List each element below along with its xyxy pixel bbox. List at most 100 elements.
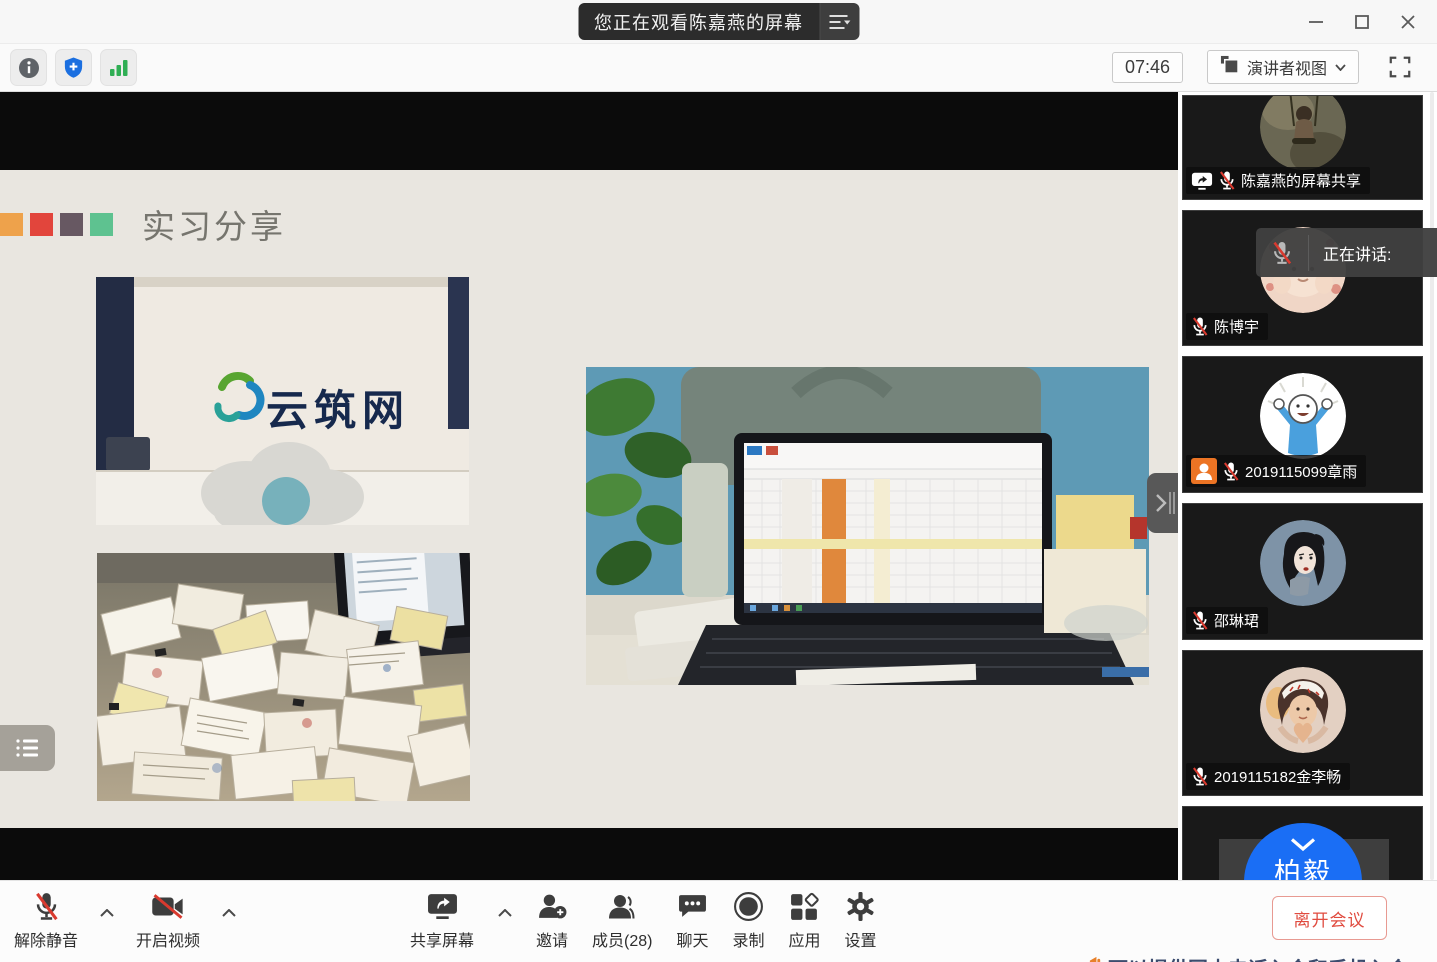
mic-muted-icon [1191,766,1209,787]
record-icon [733,890,764,922]
participant-label: 陈嘉燕的屏幕共享 [1186,167,1370,194]
share-screen-icon [427,890,458,922]
shield-plus-icon[interactable] [55,49,92,86]
watching-banner-text: 您正在观看陈嘉燕的屏幕 [578,3,819,40]
participant-avatar [1260,667,1346,753]
view-mode-button[interactable]: 演讲者视图 [1207,50,1359,84]
watching-banner: 您正在观看陈嘉燕的屏幕 [578,3,859,40]
clipped-notification: 可以提供国内电话入会和手机入会 [1088,953,1408,962]
photo-desk-documents [97,553,470,801]
slide-title: 实习分享 [142,200,286,248]
minimize-button[interactable] [1293,0,1339,44]
mic-muted-icon [1191,316,1209,337]
toolbar-button-label: 成员(28) [592,927,652,951]
participant-avatar [1260,95,1346,170]
mic-off-icon [33,890,60,922]
layout-icon [1220,55,1239,79]
participant-tile[interactable]: 2019115182金李畅 [1182,650,1423,796]
participant-name: 柏毅 [1274,851,1332,880]
meeting-toolbar-top: 07:46 演讲者视图 [0,44,1437,92]
participant-tile[interactable]: 邵琳珺 [1182,503,1423,640]
screen-share-icon [1191,171,1213,191]
toolbar-button-label: 开启视频 [136,927,200,951]
photo-laptop-spreadsheet [586,367,1149,685]
apps-icon [789,890,820,922]
toolbar-button-apps[interactable]: 应用 [789,890,821,951]
chevron-down-icon[interactable] [1183,837,1422,852]
slide-title-row: 实习分享 [0,206,286,242]
participant-avatar [1260,373,1346,459]
toolbar-button-camera-off[interactable]: 开启视频 [136,890,200,951]
participant-name: 2019115182金李畅 [1214,766,1341,787]
meeting-timer: 07:46 [1112,52,1183,83]
toolbar-button-members[interactable]: 成员(28) [592,890,652,951]
chevron-down-icon [1335,58,1346,76]
toolbar-button-label: 解除静音 [14,927,78,951]
participant-name: 邵琳珺 [1214,610,1259,631]
toolbar-button-record[interactable]: 录制 [733,890,765,951]
toolbar-button-label: 应用 [789,927,821,951]
top-right-controls: 07:46 演讲者视图 [1112,50,1417,84]
participant-avatar [1260,520,1346,606]
leave-meeting-button[interactable]: 离开会议 [1272,896,1387,940]
toolbar-button-label: 邀请 [536,927,568,951]
window-controls [1293,0,1431,44]
info-icon[interactable] [10,49,47,86]
toolbar-button-share-screen[interactable]: 共享屏幕 [410,890,474,951]
toolbar-button-label: 设置 [845,927,877,951]
toolbar-button-settings[interactable]: 设置 [845,890,877,951]
mic-muted-icon [1222,461,1240,482]
accent-square [90,213,113,236]
logo-text: 云筑网 [266,387,410,434]
accent-squares [0,213,120,236]
accent-square [60,213,83,236]
expand-caret-icon[interactable] [222,904,236,922]
camera-off-icon [151,890,185,922]
toolbar-button-label: 录制 [733,927,765,951]
shared-screen-stage: 实习分享 云筑网 [0,92,1178,880]
participant-label: 邵琳珺 [1186,607,1268,634]
mic-muted-icon [1191,610,1209,631]
invite-icon [537,890,568,922]
meeting-controls-bar: 解除静音 开启视频 共享屏幕 邀请成员(28) 聊天录制应用设置 离开会议 可以提供国… [0,880,1437,962]
participant-label: 2019115182金李畅 [1186,763,1350,790]
fullscreen-button[interactable] [1383,50,1417,84]
clipped-notification-text: 可以提供国内电话入会和手机入会 [1108,953,1408,962]
accent-square [30,213,53,236]
participant-tile[interactable]: 2019115099章雨 [1182,356,1423,493]
participant-tile[interactable]: 柏毅 [1182,806,1423,880]
toolbar-button-label: 共享屏幕 [410,927,474,951]
participant-label: 2019115099章雨 [1186,455,1366,487]
view-mode-label: 演讲者视图 [1247,55,1327,79]
close-button[interactable] [1385,0,1431,44]
participant-tile[interactable]: 陈嘉燕的屏幕共享 [1182,95,1423,200]
expand-caret-icon[interactable] [100,904,114,922]
annotation-list-tab[interactable] [0,725,55,771]
meeting-action-controls: 共享屏幕 邀请成员(28) 聊天录制应用设置 [410,890,877,951]
toolbar-button-invite[interactable]: 邀请 [536,890,568,951]
meeting-window: 您正在观看陈嘉燕的屏幕 07:46 演讲者视图 [0,0,1437,962]
banner-menu-icon[interactable] [819,3,859,40]
maximize-button[interactable] [1339,0,1385,44]
accent-square [0,213,23,236]
participant-name: 2019115099章雨 [1245,461,1357,482]
network-signal-icon[interactable] [100,49,137,86]
notification-icon [1088,953,1103,962]
toolbar-button-mic-off[interactable]: 解除静音 [14,890,78,951]
host-badge-icon [1191,458,1217,484]
status-icons [10,49,137,86]
titlebar: 您正在观看陈嘉燕的屏幕 [0,0,1437,44]
participants-sidebar: 陈嘉燕的屏幕共享 陈博宇 2019115099章雨 邵琳珺 2019115182… [1178,92,1437,880]
expand-caret-icon[interactable] [498,904,512,922]
mic-muted-icon [1256,240,1308,266]
photo-office-reception: 云筑网 [96,277,469,525]
audio-video-controls: 解除静音 开启视频 [14,890,236,951]
settings-icon [845,890,876,922]
participant-name: 陈博宇 [1214,316,1259,337]
mic-muted-icon [1218,170,1236,191]
toolbar-button-label: 聊天 [677,927,709,951]
speaking-indicator: 正在讲话: [1256,228,1437,277]
participant-label: 陈博宇 [1186,313,1268,340]
sidebar-collapse-handle[interactable] [1147,473,1178,533]
toolbar-button-chat[interactable]: 聊天 [677,890,709,951]
